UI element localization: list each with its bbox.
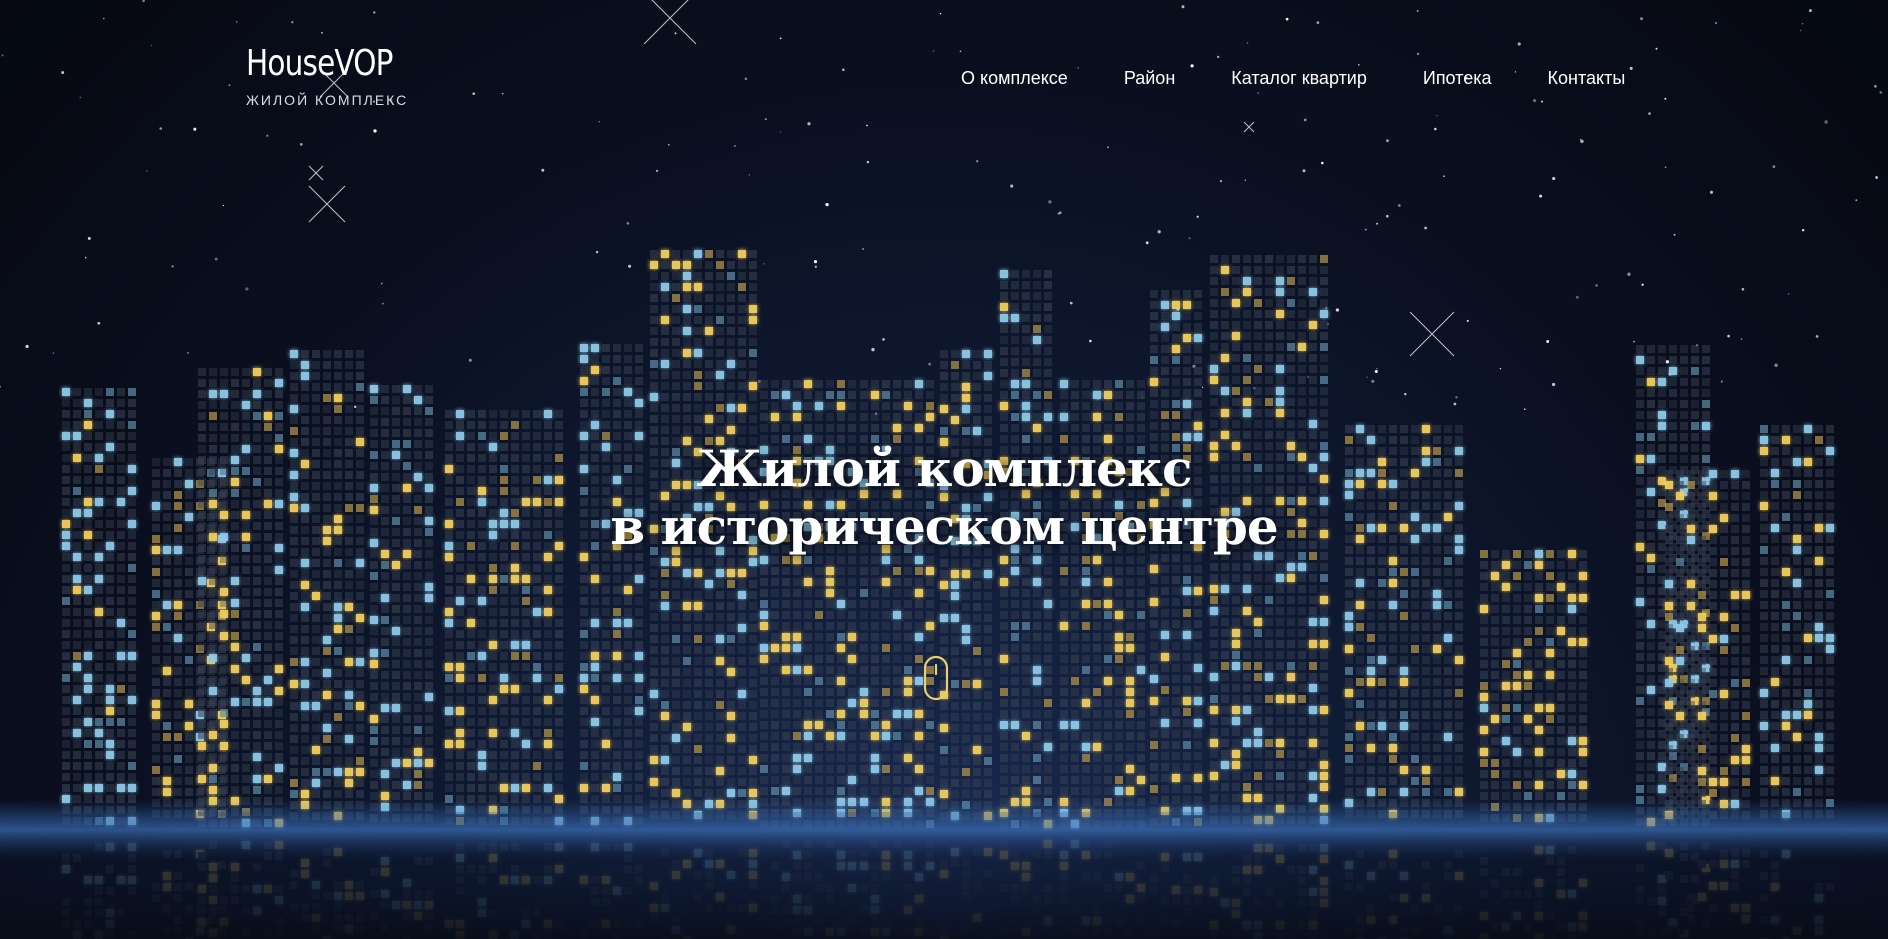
mouse-icon[interactable] (923, 655, 949, 701)
hero-section: HouseVOP ЖИЛОЙ КОМПЛЕКС О комплексе Райо… (0, 0, 1888, 939)
title-line-2: в историческом центре (610, 497, 1278, 556)
horizon-glow (0, 800, 1888, 860)
nav-item-contacts[interactable]: Контакты (1548, 66, 1626, 90)
nav-item-about[interactable]: О комплексе (961, 66, 1068, 90)
scroll-mouse-icon (923, 655, 949, 701)
logo-tagline: ЖИЛОЙ КОМПЛЕКС (246, 92, 409, 108)
page-title: Жилой комплекс в историческом центре (0, 440, 1888, 556)
nav-item-catalog[interactable]: Каталог квартир (1231, 66, 1367, 90)
nav-item-mortgage[interactable]: Ипотека (1423, 66, 1492, 90)
logo[interactable]: HouseVOP ЖИЛОЙ КОМПЛЕКС (246, 43, 425, 109)
site-header: HouseVOP ЖИЛОЙ КОМПЛЕКС О комплексе Райо… (0, 0, 1888, 130)
title-line-1: Жилой комплекс (696, 439, 1193, 498)
main-nav: О комплексе Район Каталог квартир Ипотек… (961, 66, 1625, 90)
logo-name: HouseVOP (246, 43, 393, 84)
nav-item-district[interactable]: Район (1124, 66, 1175, 90)
